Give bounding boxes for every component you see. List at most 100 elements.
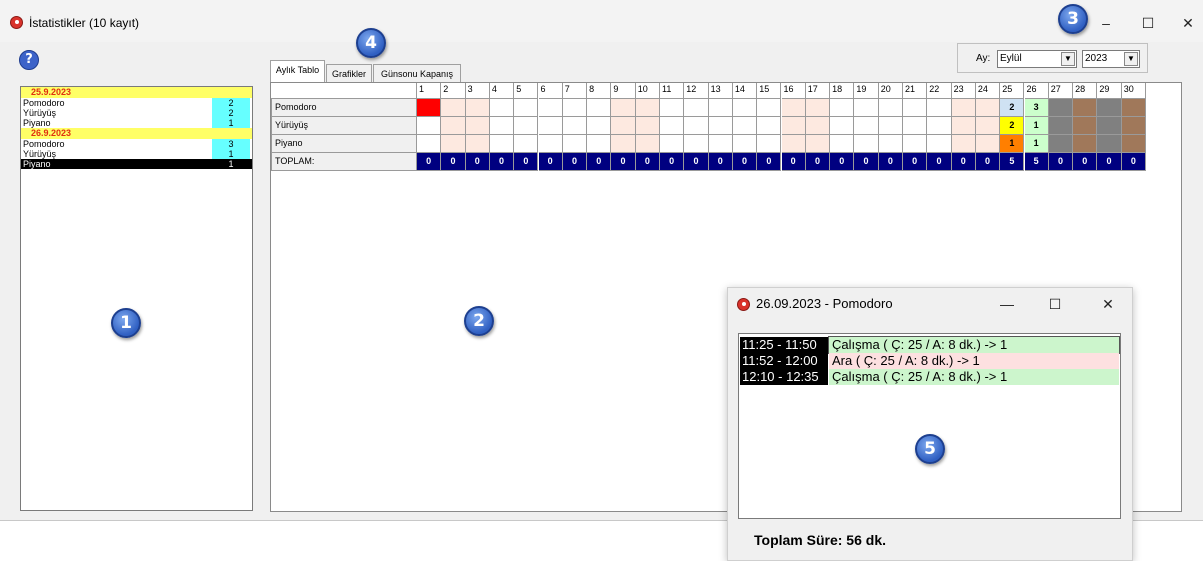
day-cell[interactable]	[611, 117, 636, 135]
close-button[interactable]: ✕	[1168, 8, 1203, 38]
popup-minimize-button[interactable]: —	[987, 289, 1027, 319]
day-cell[interactable]	[830, 135, 855, 153]
day-cell[interactable]	[1121, 99, 1146, 117]
day-cell[interactable]	[927, 117, 952, 135]
list-item[interactable]: Yürüyüş 1	[21, 149, 252, 159]
day-cell[interactable]: 2	[1000, 117, 1025, 135]
session-list[interactable]: 11:25 - 11:50 Çalışma ( Ç: 25 / A: 8 dk.)…	[738, 333, 1121, 519]
day-cell[interactable]	[854, 135, 879, 153]
day-cell[interactable]	[587, 99, 612, 117]
day-cell[interactable]	[538, 135, 563, 153]
day-cell[interactable]	[781, 135, 806, 153]
list-item[interactable]: Pomodoro 3	[21, 139, 252, 149]
day-cell[interactable]	[1121, 117, 1146, 135]
day-cell[interactable]	[1048, 135, 1074, 153]
day-cell[interactable]	[635, 117, 660, 135]
day-cell[interactable]	[1073, 117, 1098, 135]
day-cell[interactable]	[975, 99, 1001, 117]
day-cell[interactable]	[757, 135, 782, 153]
day-cell[interactable]	[1073, 135, 1098, 153]
day-cell[interactable]	[611, 135, 636, 153]
day-cell[interactable]	[489, 117, 515, 135]
day-cell[interactable]: 2	[1000, 99, 1025, 117]
day-cell[interactable]	[708, 117, 733, 135]
day-cell[interactable]	[635, 99, 660, 117]
day-cell[interactable]	[830, 117, 855, 135]
day-cell[interactable]	[1073, 99, 1098, 117]
day-cell[interactable]	[417, 135, 442, 153]
day-cell[interactable]	[732, 117, 758, 135]
day-cell[interactable]	[1048, 117, 1074, 135]
list-item[interactable]: Yürüyüş 2	[21, 108, 252, 118]
day-cell[interactable]	[927, 135, 952, 153]
day-cell[interactable]	[587, 135, 612, 153]
day-cell[interactable]	[1097, 99, 1122, 117]
day-cell[interactable]	[805, 117, 831, 135]
day-cell[interactable]: 1	[1000, 135, 1025, 153]
chevron-down-icon[interactable]: ▼	[1124, 52, 1138, 66]
day-cell[interactable]	[854, 117, 879, 135]
day-cell[interactable]	[903, 99, 928, 117]
day-cell[interactable]: 1	[1024, 135, 1049, 153]
day-cell[interactable]	[927, 99, 952, 117]
day-cell[interactable]	[732, 99, 758, 117]
day-cell[interactable]	[903, 135, 928, 153]
day-cell[interactable]: 3	[1024, 99, 1049, 117]
day-cell[interactable]	[587, 117, 612, 135]
day-cell[interactable]	[489, 135, 515, 153]
popup-maximize-button[interactable]: ☐	[1035, 289, 1075, 319]
tab-monthly-table[interactable]: Aylık Tablo	[270, 60, 325, 82]
day-cell[interactable]	[1097, 135, 1122, 153]
day-cell[interactable]	[951, 117, 976, 135]
day-cell[interactable]	[878, 135, 903, 153]
help-icon[interactable]: ?	[19, 50, 39, 70]
day-cell[interactable]	[514, 99, 539, 117]
year-select[interactable]: 2023 ▼	[1082, 50, 1140, 68]
daily-summary-list[interactable]: 25.9.2023 Pomodoro 2 Yürüyüş 2 Piyano 1 26.9.20…	[20, 86, 253, 511]
day-cell[interactable]	[441, 135, 466, 153]
day-cell[interactable]	[417, 99, 442, 117]
day-cell[interactable]	[975, 135, 1001, 153]
day-cell[interactable]	[878, 117, 903, 135]
day-cell[interactable]	[660, 117, 685, 135]
day-cell[interactable]	[514, 117, 539, 135]
day-cell[interactable]	[1097, 117, 1122, 135]
day-cell[interactable]	[708, 135, 733, 153]
day-cell[interactable]	[660, 99, 685, 117]
day-cell[interactable]	[684, 99, 709, 117]
maximize-button[interactable]: ☐	[1128, 8, 1168, 38]
list-item[interactable]: Piyano 1	[21, 159, 252, 169]
day-cell[interactable]	[538, 117, 563, 135]
day-cell[interactable]	[732, 135, 758, 153]
day-cell[interactable]	[562, 117, 588, 135]
day-cell[interactable]	[830, 99, 855, 117]
day-cell[interactable]	[684, 135, 709, 153]
tab-day-end-closing[interactable]: Günsonu Kapanış	[373, 64, 461, 82]
day-cell[interactable]	[1048, 99, 1074, 117]
day-cell[interactable]	[951, 99, 976, 117]
day-cell[interactable]	[854, 99, 879, 117]
day-cell[interactable]	[562, 99, 588, 117]
day-cell[interactable]	[805, 135, 831, 153]
chevron-down-icon[interactable]: ▼	[1061, 52, 1075, 66]
day-cell[interactable]	[757, 99, 782, 117]
list-item[interactable]: Pomodoro 2	[21, 98, 252, 108]
day-cell[interactable]	[417, 117, 442, 135]
popup-close-button[interactable]: ✕	[1088, 289, 1128, 319]
day-cell[interactable]	[781, 117, 806, 135]
day-cell[interactable]	[975, 117, 1001, 135]
day-cell[interactable]	[951, 135, 976, 153]
day-cell[interactable]	[441, 117, 466, 135]
day-cell[interactable]	[903, 117, 928, 135]
month-select[interactable]: Eylül ▼	[997, 50, 1077, 68]
tab-charts[interactable]: Grafikler	[326, 64, 372, 82]
day-cell[interactable]: 1	[1024, 117, 1049, 135]
day-cell[interactable]	[465, 99, 490, 117]
day-cell[interactable]	[878, 99, 903, 117]
day-cell[interactable]	[635, 135, 660, 153]
day-cell[interactable]	[489, 99, 515, 117]
day-cell[interactable]	[465, 117, 490, 135]
day-cell[interactable]	[757, 117, 782, 135]
day-cell[interactable]	[611, 99, 636, 117]
day-cell[interactable]	[465, 135, 490, 153]
